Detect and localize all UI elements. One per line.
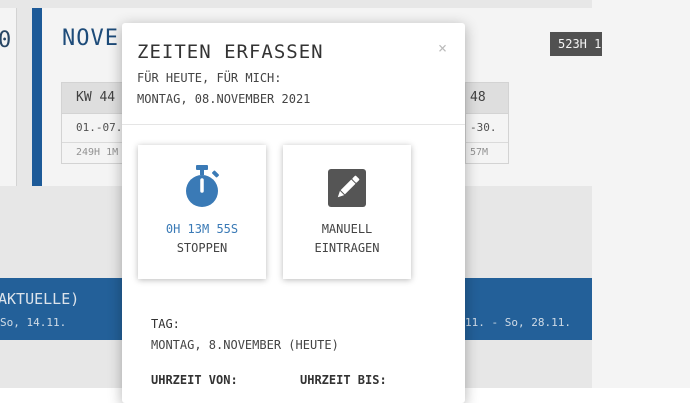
to-time-label: UHRZEIT BIS: [300,373,387,387]
modal-date: MONTAG, 08.NOVEMBER 2021 [137,92,311,106]
stopwatch-icon [186,165,219,207]
modal-subtitle: FÜR HEUTE, FÜR MICH: [137,71,282,85]
close-icon[interactable]: × [438,39,447,57]
stop-label: STOPPEN [176,241,228,255]
pencil-icon [328,169,366,207]
modal-title: ZEITEN ERFASSEN [137,41,324,63]
from-time-label: UHRZEIT VON: [151,373,238,387]
stop-timer-button[interactable]: 0H 13M 55S STOPPEN [138,145,266,279]
day-label: TAG: [151,317,180,331]
manual-label-line2: EINTRAGEN [314,241,380,255]
time-entry-modal: ZEITEN ERFASSEN × FÜR HEUTE, FÜR MICH: M… [122,23,465,403]
day-value: MONTAG, 8.NOVEMBER (HEUTE) [151,338,339,352]
modal-divider [122,124,465,125]
timer-elapsed: 0H 13M 55S [165,222,239,236]
manual-label-line1: MANUELL [321,222,373,236]
manual-entry-button[interactable]: MANUELL EINTRAGEN [283,145,411,279]
